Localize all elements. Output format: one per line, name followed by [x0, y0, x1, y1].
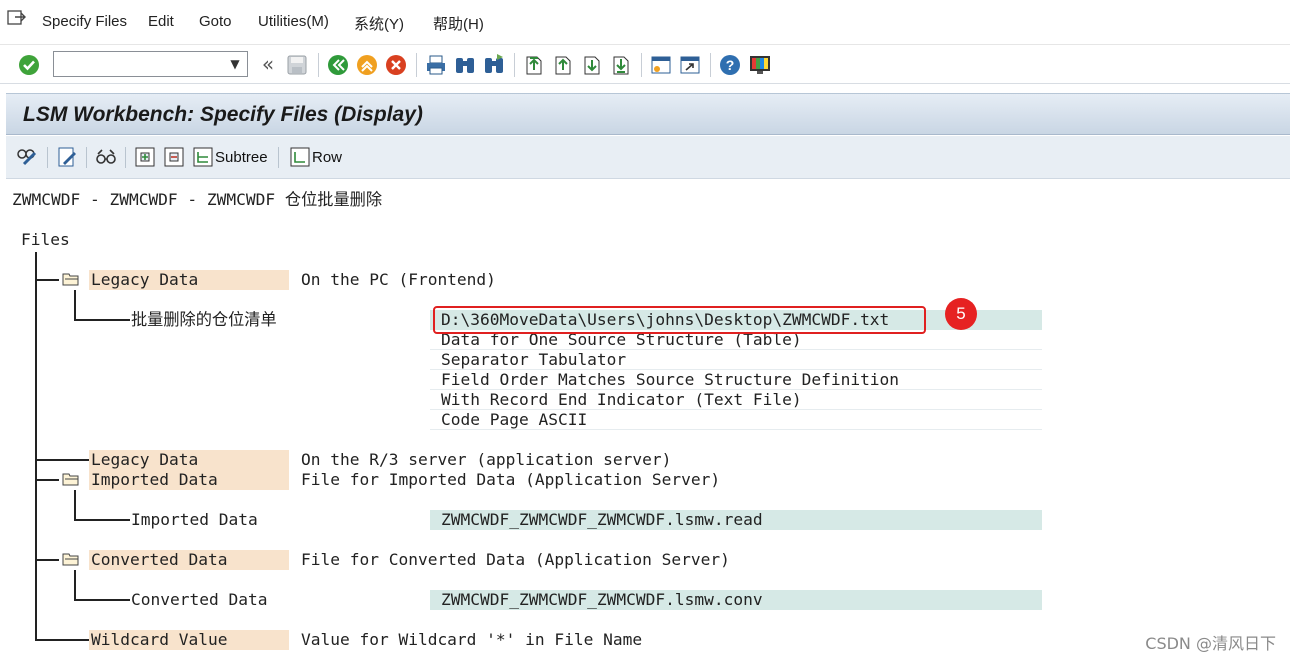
find-next-icon[interactable] [482, 53, 506, 77]
back-icon[interactable] [326, 53, 350, 77]
wildcard-value-label[interactable]: Wildcard Value [89, 630, 289, 650]
folder-open-icon[interactable] [62, 272, 80, 286]
help-icon[interactable]: ? [718, 53, 742, 77]
edit-icon[interactable] [56, 146, 78, 168]
menu-help[interactable]: 帮助(H) [433, 13, 484, 34]
find-icon[interactable] [453, 53, 477, 77]
converted-data-label[interactable]: Converted Data [89, 550, 289, 570]
legacy-data-server-label[interactable]: Legacy Data [89, 450, 289, 470]
collapse-all-icon[interactable] [163, 146, 185, 168]
collapse-chevron-icon[interactable]: « [256, 53, 280, 77]
first-page-icon[interactable] [522, 53, 546, 77]
enter-check-icon[interactable] [17, 53, 41, 77]
row-button[interactable]: Row [289, 146, 342, 168]
converted-data-child-label[interactable]: Converted Data [131, 590, 430, 610]
print-icon[interactable] [424, 53, 448, 77]
legacy-data-pc-label[interactable]: Legacy Data [89, 270, 289, 290]
expand-all-icon[interactable] [134, 146, 156, 168]
layout-menu-icon[interactable] [748, 53, 772, 77]
generate-shortcut-icon[interactable] [678, 53, 702, 77]
last-page-icon[interactable] [609, 53, 633, 77]
create-session-icon[interactable] [649, 53, 673, 77]
display-change-icon[interactable] [16, 146, 38, 168]
command-field-dropdown-icon[interactable]: ▼ [226, 54, 244, 74]
pc-file-property: Field Order Matches Source Structure Def… [441, 370, 900, 389]
converted-data-file[interactable]: ZWMCWDF_ZWMCWDF_ZWMCWDF.lsmw.conv [430, 590, 1042, 610]
imported-data-description: File for Imported Data (Application Serv… [301, 470, 721, 489]
application-toolbar: Subtree Row [6, 136, 1290, 179]
lsmw-object-header: ZWMCWDF - ZWMCWDF - ZWMCWDF 仓位批量删除 [12, 190, 383, 209]
display-icon[interactable] [95, 146, 117, 168]
subtree-button[interactable]: Subtree [192, 146, 268, 168]
row-label: Row [312, 148, 343, 166]
legacy-data-pc-description: On the PC (Frontend) [301, 270, 496, 289]
standard-toolbar: ▼ « ? [0, 44, 1290, 84]
menu-utilities[interactable]: Utilities(M) [258, 13, 329, 30]
pc-file-property: Separator Tabulator [441, 350, 627, 369]
subtree-icon [193, 147, 213, 167]
menu-exit-icon[interactable] [6, 8, 28, 28]
menu-system[interactable]: 系统(Y) [354, 13, 404, 34]
title-bar: LSM Workbench: Specify Files (Display) [6, 93, 1290, 135]
watermark: CSDN @清风日下 [1145, 634, 1276, 653]
annotation-step-marker: 5 [945, 298, 977, 330]
wildcard-value-description: Value for Wildcard '*' in File Name [301, 630, 643, 649]
legacy-data-server-description: On the R/3 server (application server) [301, 450, 672, 469]
cancel-icon[interactable] [384, 53, 408, 77]
imported-data-label[interactable]: Imported Data [89, 470, 289, 490]
files-root-label: Files [21, 230, 70, 249]
converted-data-description: File for Converted Data (Application Ser… [301, 550, 730, 569]
annotation-highlight-box [433, 306, 926, 334]
next-page-icon[interactable] [580, 53, 604, 77]
menu-edit[interactable]: Edit [148, 13, 174, 30]
previous-page-icon[interactable] [551, 53, 575, 77]
menu-bar: Specify Files Edit Goto Utilities(M) 系统(… [0, 0, 1290, 44]
row-icon [290, 147, 310, 167]
page-title: LSM Workbench: Specify Files (Display) [23, 103, 423, 126]
pc-file-property: With Record End Indicator (Text File) [441, 390, 802, 409]
folder-open-icon[interactable] [62, 472, 80, 486]
imported-data-child-label[interactable]: Imported Data [131, 510, 430, 530]
folder-open-icon[interactable] [62, 552, 80, 566]
save-icon[interactable] [285, 53, 309, 77]
pc-file-name[interactable]: 批量删除的仓位清单 [131, 310, 277, 330]
file-tree-content: ZWMCWDF - ZWMCWDF - ZWMCWDF 仓位批量删除 Files… [0, 180, 1290, 662]
menu-goto[interactable]: Goto [199, 13, 232, 30]
exit-icon[interactable] [355, 53, 379, 77]
command-field[interactable] [53, 51, 248, 77]
svg-text:?: ? [726, 57, 735, 73]
pc-file-property: Code Page ASCII [441, 410, 588, 429]
imported-data-file[interactable]: ZWMCWDF_ZWMCWDF_ZWMCWDF.lsmw.read [430, 510, 1042, 530]
menu-specify-files[interactable]: Specify Files [42, 13, 127, 30]
subtree-label: Subtree [215, 148, 268, 166]
